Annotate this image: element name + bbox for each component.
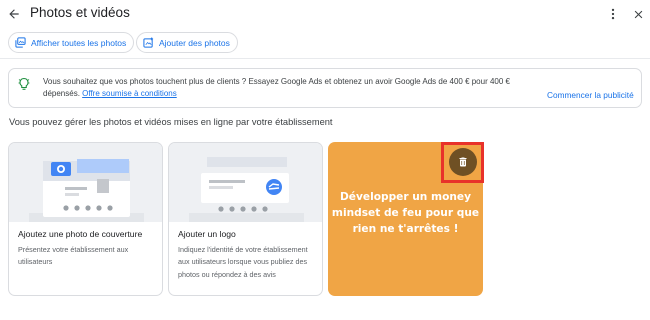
add-logo-card[interactable]: Ajouter un logo Indiquez l'identité de v… <box>168 142 323 296</box>
add-photos-label: Ajouter des photos <box>159 37 230 48</box>
more-vert-icon <box>611 8 615 20</box>
card-title: Ajoutez une photo de couverture <box>18 229 143 239</box>
view-all-photos-label: Afficher toutes les photos <box>31 37 127 48</box>
back-button[interactable] <box>4 4 24 24</box>
section-title: Vous pouvez gérer les photos et vidéos m… <box>9 117 333 127</box>
photo-library-icon <box>15 37 26 48</box>
card-title: Ajouter un logo <box>178 229 236 239</box>
ads-promo-banner: Vous souhaitez que vos photos touchent p… <box>8 68 642 108</box>
ads-promo-text: Vous souhaitez que vos photos touchent p… <box>43 76 543 100</box>
logo-illustration <box>169 143 322 222</box>
delete-photo-button[interactable] <box>449 148 477 176</box>
card-description: Présentez votre établissement aux utilis… <box>18 245 129 267</box>
view-all-photos-button[interactable]: Afficher toutes les photos <box>8 32 135 53</box>
lightbulb-icon <box>18 77 30 91</box>
offer-conditions-link[interactable]: Offre soumise à conditions <box>82 89 177 98</box>
header-bar: Photos et vidéos <box>0 0 650 28</box>
more-options-button[interactable] <box>604 4 622 24</box>
photo-caption-text: Développer un money mindset de feu pour … <box>331 191 480 235</box>
close-button[interactable] <box>628 4 648 24</box>
cover-photo-illustration <box>9 143 162 222</box>
start-advertising-button[interactable]: Commencer la publicité <box>547 90 634 100</box>
add-cover-photo-card[interactable]: Ajoutez une photo de couverture Présente… <box>8 142 163 296</box>
toolbar-divider <box>0 58 650 59</box>
arrow-back-icon <box>9 9 19 19</box>
close-icon <box>634 10 642 18</box>
add-photos-button[interactable]: Ajouter des photos <box>136 32 238 53</box>
add-photo-icon <box>143 37 154 48</box>
trash-icon <box>459 157 467 167</box>
card-description: Indiquez l'identité de votre établisseme… <box>178 245 308 279</box>
page-title: Photos et vidéos <box>30 5 130 20</box>
